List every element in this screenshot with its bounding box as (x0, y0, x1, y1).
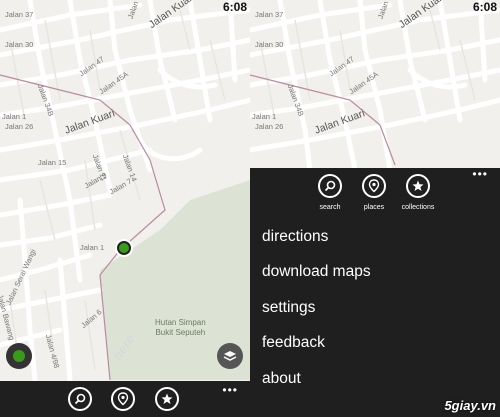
road-label: Jalan 1 (252, 112, 277, 121)
road-label: Jalan 1 (80, 243, 105, 252)
search-button[interactable] (68, 387, 92, 411)
more-options-button[interactable]: ••• (222, 383, 238, 397)
road-label: Jalan 1 (2, 112, 27, 121)
status-bar: 6:08 (250, 0, 500, 16)
search-label: search (319, 204, 341, 211)
current-location-marker (117, 241, 131, 255)
place-pin-icon (368, 179, 380, 193)
app-bar: ••• (0, 381, 250, 417)
places-button[interactable] (111, 387, 135, 411)
menu-item-about[interactable]: about (262, 370, 301, 388)
layers-icon (223, 351, 237, 361)
road-label: Jalan 15 (38, 158, 67, 167)
collections-button[interactable] (155, 387, 179, 411)
road-label: Jalan 26 (5, 122, 34, 131)
more-options-button[interactable]: ••• (472, 167, 488, 181)
road-label: Jalan 37 (255, 10, 284, 19)
search-icon (324, 180, 336, 192)
locate-me-button[interactable] (6, 343, 32, 369)
menu-item-directions[interactable]: directions (262, 228, 328, 246)
places-button[interactable]: places (351, 174, 397, 211)
location-icon (13, 350, 25, 362)
road-label: Jalan 30 (255, 40, 284, 49)
park-label: Hutan Simpan Bukit Seputeh (155, 318, 206, 337)
collections-label: collections (401, 204, 435, 211)
menu-item-download-maps[interactable]: download maps (262, 263, 371, 281)
road-label: Jalan 26 (255, 122, 284, 131)
app-bar-expanded-menu: ••• search places collections directions… (250, 167, 500, 417)
menu-item-feedback[interactable]: feedback (262, 334, 325, 352)
map-layers-button[interactable] (217, 343, 243, 369)
status-time: 6:08 (222, 0, 247, 14)
star-icon (161, 393, 173, 404)
right-phone-screen: 6:08 Jalan 37 Jalan 39 Jalan 30 Jalan 34… (250, 0, 500, 417)
status-time: 6:08 (472, 0, 497, 14)
site-watermark: 5giay.vn (444, 398, 496, 413)
left-phone-screen: 6:08 Jalan 37 Jalan 39 Jalan 30 Jalan 34… (0, 0, 250, 417)
places-label: places (363, 204, 385, 211)
road-label: Jalan 30 (5, 40, 34, 49)
collections-button[interactable]: collections (395, 174, 441, 211)
menu-item-settings[interactable]: settings (262, 299, 315, 317)
search-button[interactable]: search (307, 174, 353, 211)
search-icon (74, 393, 86, 405)
star-icon (412, 180, 424, 191)
status-bar: 6:08 (0, 0, 250, 16)
place-pin-icon (117, 392, 129, 406)
road-label: Jalan 37 (5, 10, 34, 19)
